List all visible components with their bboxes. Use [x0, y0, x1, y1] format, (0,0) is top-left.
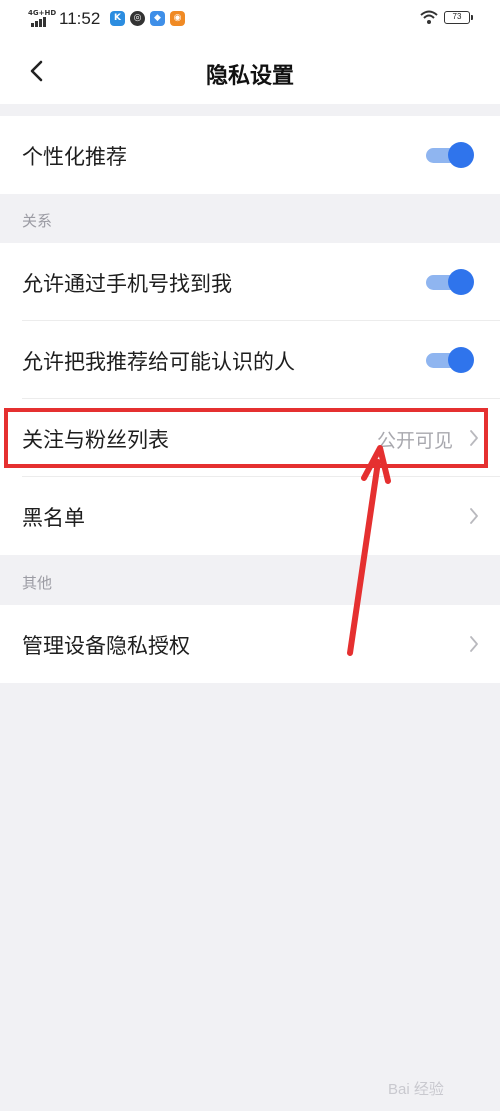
watermark: Bai 经验 [388, 1081, 444, 1098]
annotation-arrow [347, 445, 391, 656]
